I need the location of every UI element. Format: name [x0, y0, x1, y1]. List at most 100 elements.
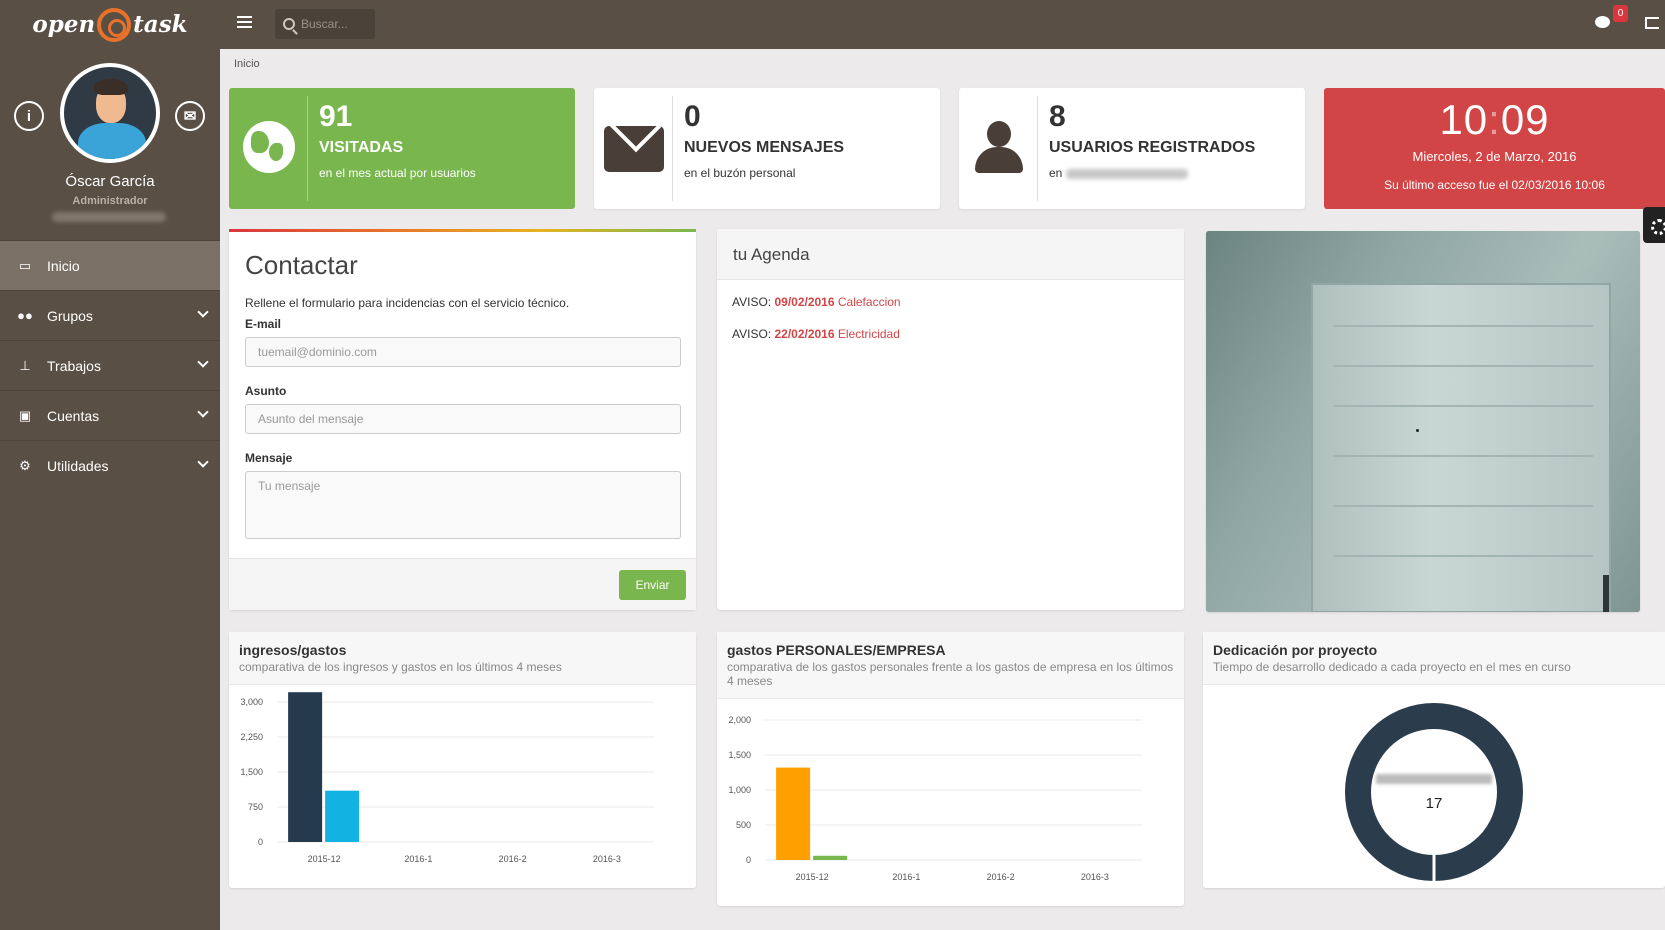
x-tick-label: 2015-12 — [308, 854, 341, 864]
sitemap-icon: ⊥ — [19, 357, 31, 373]
visits-subtitle: en el mes actual por usuarios — [319, 166, 476, 180]
clock-card: 10:09 Miercoles, 2 de Marzo, 2016 Su últ… — [1324, 88, 1665, 209]
clock-time: 10:09 — [1439, 96, 1550, 143]
chart-title: Dedicación por proyecto — [1213, 642, 1378, 658]
y-tick-label: 3,000 — [240, 697, 263, 707]
contact-description: Rellene el formulario para incidencias c… — [245, 296, 570, 310]
sidebar-item-label: Grupos — [47, 307, 93, 324]
chart-title: gastos PERSONALES/EMPRESA — [727, 642, 946, 658]
x-tick-label: 2016-1 — [892, 872, 920, 882]
logout-icon[interactable] — [1645, 17, 1659, 29]
chevron-down-icon — [197, 306, 209, 318]
messages-card: 0 NUEVOS MENSAJES en el buzón personal — [594, 88, 940, 209]
user-role: Administrador — [72, 195, 148, 207]
y-tick-label: 750 — [248, 802, 263, 812]
bar — [288, 692, 323, 842]
subject-field[interactable] — [245, 404, 681, 434]
sidebar-item-label: Utilidades — [47, 457, 109, 474]
cogs-icon: ⚙ — [19, 457, 31, 473]
avatar[interactable] — [60, 63, 160, 163]
envelope-icon — [604, 126, 664, 172]
message-label: Mensaje — [245, 451, 293, 465]
subject-label: Asunto — [245, 384, 287, 398]
sidebar-item-label: Trabajos — [47, 357, 101, 374]
messages-subtitle: en el buzón personal — [684, 166, 796, 180]
messages-count: 0 — [684, 100, 701, 133]
y-tick-label: 0 — [746, 855, 751, 865]
sidebar-item-cuentas[interactable]: ▣ Cuentas — [0, 390, 220, 440]
x-tick-label: 2016-3 — [1081, 872, 1109, 882]
sidebar-nav: ▭ Inicio ●● Grupos ⊥ Trabajos ▣ Cuentas … — [0, 240, 220, 490]
chevron-down-icon — [197, 356, 209, 368]
y-tick-label: 1,000 — [728, 785, 751, 795]
chat-icon[interactable] — [1595, 16, 1610, 28]
donut-center — [1371, 729, 1497, 855]
sidebar-item-utilidades[interactable]: ⚙ Utilidades — [0, 440, 220, 490]
clock-date: Miercoles, 2 de Marzo, 2016 — [1412, 149, 1577, 164]
y-tick-label: 2,250 — [240, 732, 263, 742]
visits-count: 91 — [319, 100, 353, 133]
sidebar-item-label: Inicio — [47, 257, 80, 274]
users-title: USUARIOS REGISTRADOS — [1049, 139, 1256, 156]
search-box[interactable] — [275, 9, 375, 39]
menu-toggle-icon[interactable] — [237, 16, 252, 29]
users-card: 8 USUARIOS REGISTRADOS en — [959, 88, 1305, 209]
y-tick-label: 1,500 — [240, 767, 263, 777]
visits-card: 91 VISITADAS en el mes actual por usuari… — [229, 88, 575, 209]
users-icon: ●● — [17, 308, 33, 323]
bar — [776, 767, 811, 860]
project-dedication-chart: Dedicación por proyecto Tiempo de desarr… — [1203, 632, 1665, 888]
settings-gear-icon[interactable] — [1643, 207, 1665, 243]
expenses-chart-svg: 0 500 1,000 1,500 2,000 2015-12 2016-1 2016-2 20… — [728, 715, 1142, 882]
topbar: 0 — [220, 0, 1665, 49]
agenda-panel: tu Agenda AVISO: 09/02/2016 Calefaccion … — [717, 229, 1184, 610]
notification-badge: 0 — [1613, 5, 1628, 22]
email-field[interactable] — [245, 337, 681, 367]
chevron-down-icon — [197, 456, 209, 468]
door-image — [1311, 283, 1611, 612]
income-expenses-chart: ingresos/gastos comparativa de los ingre… — [229, 632, 696, 888]
message-field[interactable] — [245, 471, 681, 539]
redacted-text — [1066, 168, 1189, 179]
camera-feed[interactable] — [1206, 231, 1640, 612]
messages-title: NUEVOS MENSAJES — [684, 139, 845, 156]
chevron-down-icon — [197, 406, 209, 418]
user-email-redacted — [52, 212, 166, 222]
dedication-chart-svg: 17 — [1345, 703, 1523, 884]
send-button[interactable]: Enviar — [619, 570, 686, 600]
visits-title: VISITADAS — [319, 139, 404, 156]
user-name: Óscar García — [65, 173, 155, 190]
swirl-logo-icon — [97, 7, 132, 42]
monitor-icon: ▭ — [18, 257, 32, 273]
x-tick-label: 2016-2 — [499, 854, 527, 864]
brand-text-left: open — [32, 11, 96, 38]
info-icon[interactable]: i — [14, 101, 44, 131]
last-access: Su último acceso fue el 02/03/2016 10:06 — [1384, 178, 1605, 192]
globe-icon — [243, 121, 295, 173]
sidebar-item-grupos[interactable]: ●● Grupos — [0, 290, 220, 340]
income-chart-svg: 0 750 1,500 2,250 3,000 2015-12 2016-1 2016-2 20… — [240, 692, 654, 864]
sidebar: open task i ✉ Óscar García Administrador… — [0, 0, 220, 930]
x-tick-label: 2016-1 — [404, 854, 432, 864]
agenda-item[interactable]: AVISO: 22/02/2016 Electricidad — [732, 327, 900, 341]
inbox-icon: ▣ — [18, 407, 32, 423]
user-icon — [975, 121, 1023, 173]
contact-footer: Enviar — [229, 558, 696, 610]
sidebar-item-trabajos[interactable]: ⊥ Trabajos — [0, 340, 220, 390]
search-input[interactable] — [301, 17, 371, 31]
chart-subtitle: comparativa de los gastos personales fre… — [727, 660, 1174, 688]
contact-panel: Contactar Rellene el formulario para inc… — [229, 229, 696, 610]
y-tick-label: 1,500 — [728, 750, 751, 760]
x-tick-label: 2015-12 — [796, 872, 829, 882]
envelope-icon[interactable]: ✉ — [175, 101, 205, 131]
chart-subtitle: comparativa de los ingresos y gastos en … — [239, 660, 562, 674]
x-tick-label: 2016-3 — [593, 854, 621, 864]
agenda-item[interactable]: AVISO: 09/02/2016 Calefaccion — [732, 295, 901, 309]
users-subtitle: en — [1049, 166, 1189, 180]
bar — [325, 790, 360, 842]
chart-title: ingresos/gastos — [239, 642, 347, 658]
brand-logo[interactable]: open task — [0, 0, 220, 49]
donut-value-label: 17 — [1426, 795, 1443, 812]
breadcrumb[interactable]: Inicio — [234, 58, 260, 70]
sidebar-item-inicio[interactable]: ▭ Inicio — [0, 240, 220, 290]
